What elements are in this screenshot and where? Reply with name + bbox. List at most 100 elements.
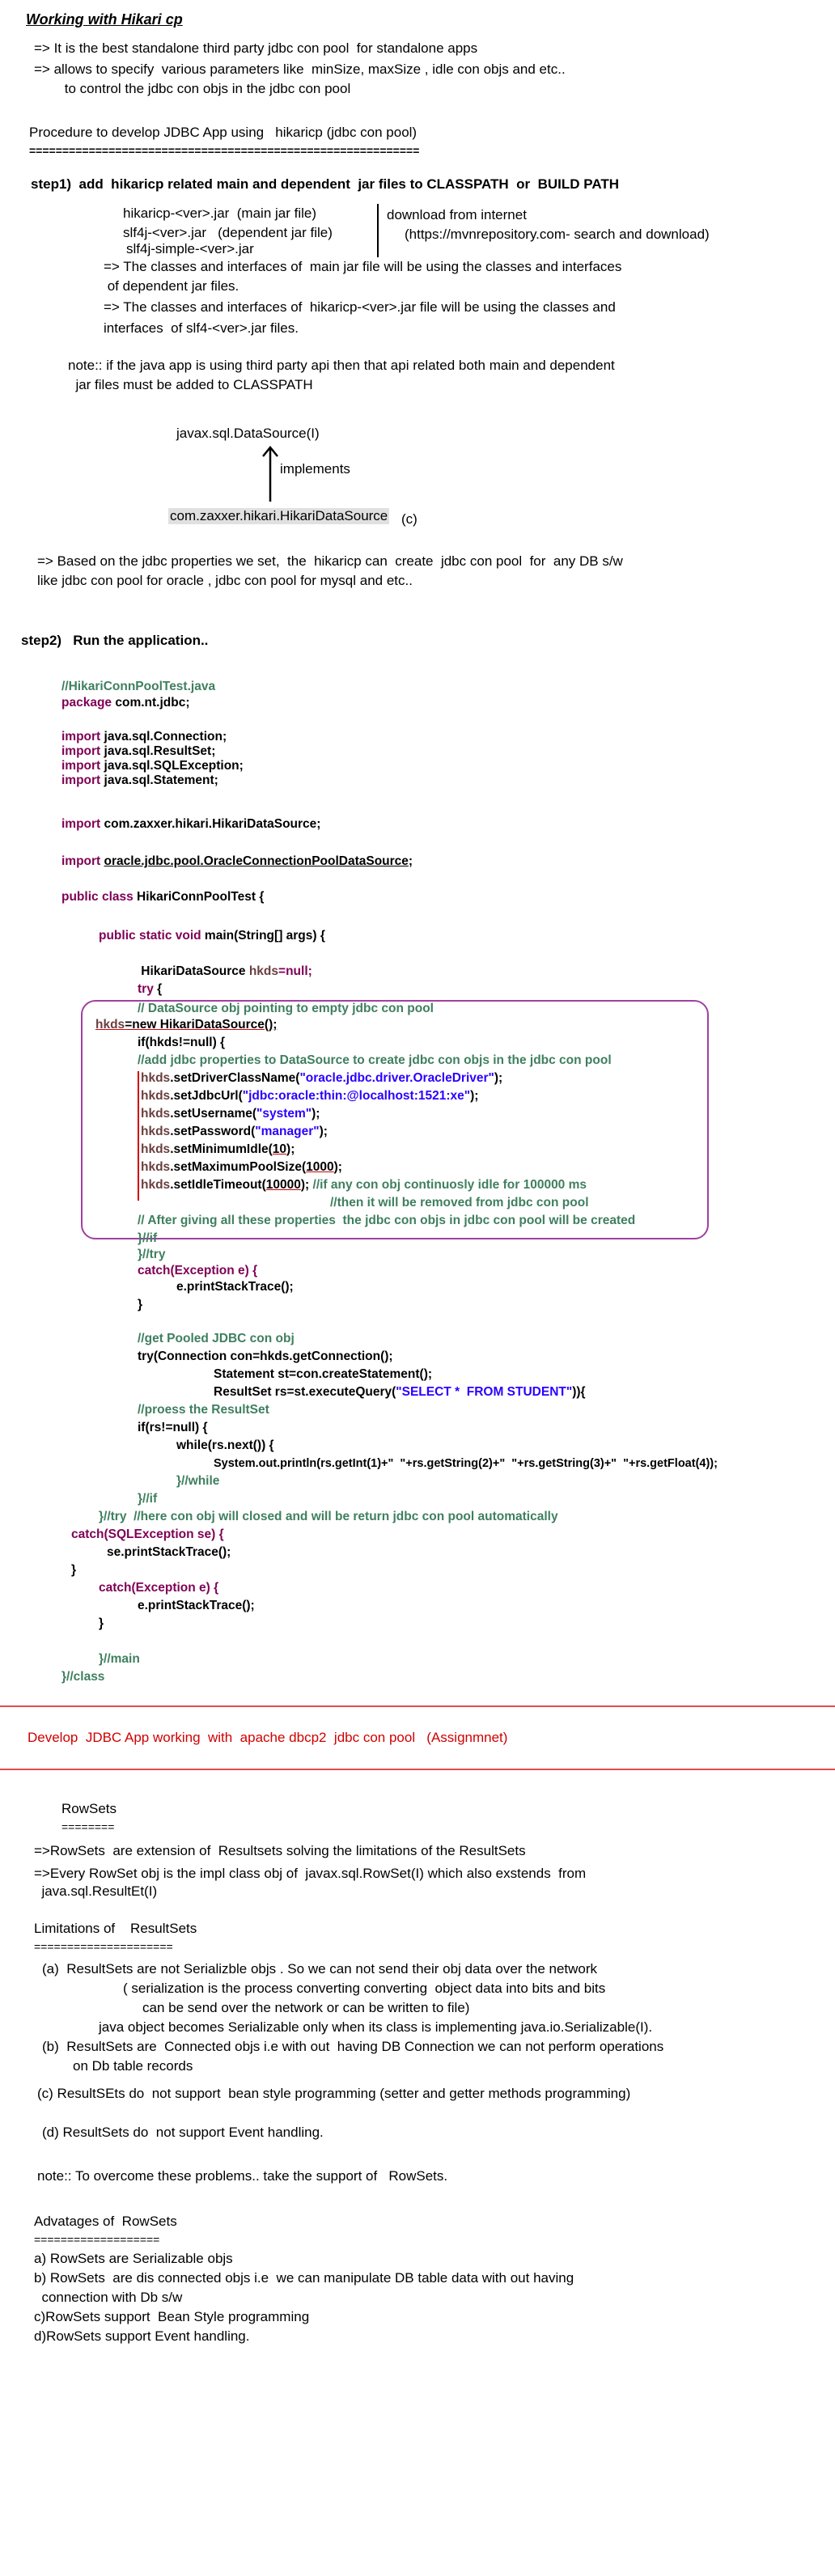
limits-rule: ===================== bbox=[34, 1940, 173, 1953]
adv-b-2: connection with Db s/w bbox=[34, 2290, 183, 2305]
note-line-4: interfaces of slf4-<ver>.jar files. bbox=[104, 320, 299, 336]
adv-heading: Advatages of RowSets bbox=[34, 2214, 177, 2229]
code-print-se: se.printStackTrace(); bbox=[107, 1545, 231, 1559]
code-set-idle: hkds.setIdleTimeout(10000); //if any con… bbox=[141, 1178, 587, 1192]
code-package: package com.nt.jdbc; bbox=[61, 696, 190, 710]
limit-a-note-3: java object becomes Serializable only wh… bbox=[99, 2019, 653, 2035]
note-line-3: => The classes and interfaces of hikaric… bbox=[104, 299, 616, 315]
intro-line-2: => allows to specify various parameters … bbox=[34, 61, 566, 77]
adv-a: a) RowSets are Serializable objs bbox=[34, 2251, 233, 2266]
code-file-comment: //HikariConnPoolTest.java bbox=[61, 680, 216, 693]
rowsets-line-2: =>Every RowSet obj is the impl class obj… bbox=[34, 1866, 587, 1881]
code-import-3: import java.sql.SQLException; bbox=[61, 759, 244, 773]
code-catch-ex: catch(Exception e) { bbox=[99, 1581, 219, 1595]
code-close-3: } bbox=[99, 1616, 104, 1630]
code-end-if-2: }//if bbox=[138, 1492, 158, 1506]
code-end-class: }//class bbox=[61, 1670, 105, 1684]
rowsets-line-1: =>RowSets are extension of Resultsets so… bbox=[34, 1843, 526, 1858]
step1: step1) add hikaricp related main and dep… bbox=[31, 176, 620, 192]
code-set-url: hkds.setJdbcUrl("jdbc:oracle:thin:@local… bbox=[141, 1089, 479, 1103]
adv-b: b) RowSets are dis connected objs i.e we… bbox=[34, 2270, 574, 2286]
code-set-driver: hkds.setDriverClassName("oracle.jdbc.dri… bbox=[141, 1071, 503, 1085]
code-import-hikari: import com.zaxxer.hikari.HikariDataSourc… bbox=[61, 817, 321, 831]
procedure-rule: ========================================… bbox=[29, 144, 420, 157]
diagram-class: com.zaxxer.hikari.HikariDataSource bbox=[168, 508, 390, 524]
code-end-main: }//main bbox=[99, 1652, 140, 1666]
code-import-oracle: import oracle.jdbc.pool.OracleConnection… bbox=[61, 854, 413, 868]
code-println: System.out.println(rs.getInt(1)+" "+rs.g… bbox=[214, 1457, 718, 1470]
code-set-pass: hkds.setPassword("manager"); bbox=[141, 1125, 328, 1138]
note-line-1: => The classes and interfaces of main ja… bbox=[104, 259, 622, 274]
diagram-interface: javax.sql.DataSource(I) bbox=[176, 426, 320, 441]
note2-line-1: note:: if the java app is using third pa… bbox=[68, 358, 615, 373]
code-comment-after: // After giving all these properties the… bbox=[138, 1214, 636, 1227]
code-try-resources: try(Connection con=hkds.getConnection(); bbox=[138, 1349, 393, 1363]
code-ds-decl: HikariDataSource hkds=null; bbox=[138, 964, 312, 978]
code-import-1: import java.sql.Connection; bbox=[61, 730, 227, 744]
summary-line-1: => Based on the jdbc properties we set, … bbox=[37, 553, 623, 569]
code-comment-pooled: //get Pooled JDBC con obj bbox=[138, 1332, 295, 1345]
diagram-relation: implements bbox=[280, 461, 350, 477]
jar-simple: slf4j-simple-<ver>.jar bbox=[126, 241, 254, 256]
diagram-class-suffix: (c) bbox=[401, 511, 418, 527]
limits-note: note:: To overcome these problems.. take… bbox=[37, 2168, 448, 2184]
limit-a-note-1: ( serialization is the process convertin… bbox=[123, 1981, 606, 1996]
divider-top bbox=[0, 1705, 835, 1707]
code-while: while(rs.next()) { bbox=[176, 1438, 274, 1452]
rowsets-line-3: java.sql.ResultEt(I) bbox=[34, 1883, 158, 1899]
assignment-text: Develop JDBC App working with apache dbc… bbox=[28, 1730, 508, 1745]
adv-rule: =================== bbox=[34, 2233, 160, 2246]
summary-line-2: like jdbc con pool for oracle , jdbc con… bbox=[37, 573, 413, 588]
code-if-rs: if(rs!=null) { bbox=[138, 1421, 208, 1434]
intro-line-1: => It is the best standalone third party… bbox=[34, 40, 478, 56]
note-line-2: of dependent jar files. bbox=[104, 278, 239, 294]
code-print-e: e.printStackTrace(); bbox=[138, 1599, 255, 1612]
divider-bottom bbox=[0, 1769, 835, 1770]
jar-main: hikaricp-<ver>.jar (main jar file) bbox=[123, 205, 317, 221]
limit-c: (c) ResultSEts do not support bean style… bbox=[37, 2086, 631, 2101]
code-print-1: e.printStackTrace(); bbox=[176, 1280, 294, 1294]
step2: step2) Run the application.. bbox=[21, 633, 209, 648]
adv-c: c)RowSets support Bean Style programming bbox=[34, 2309, 310, 2324]
code-end-try-2: }//try //here con obj will closed and wi… bbox=[99, 1510, 558, 1523]
download-line-2: (https://mvnrepository.com- search and d… bbox=[405, 227, 710, 242]
limit-a: (a) ResultSets are not Serializble objs … bbox=[42, 1961, 598, 1976]
jar-bracket-line bbox=[377, 204, 379, 257]
code-set-user: hkds.setUsername("system"); bbox=[141, 1107, 320, 1121]
code-comment-idle-2: //then it will be removed from jdbc con … bbox=[330, 1196, 589, 1210]
limits-heading: Limitations of ResultSets bbox=[34, 1921, 197, 1936]
rowsets-rule: ======== bbox=[61, 1820, 115, 1833]
code-if-hkds: if(hkds!=null) { bbox=[138, 1036, 226, 1049]
code-resultset: ResultSet rs=st.executeQuery("SELECT * F… bbox=[214, 1385, 586, 1399]
code-close-1: } bbox=[138, 1298, 143, 1311]
code-close-2: } bbox=[71, 1563, 77, 1577]
limit-b-2: on Db table records bbox=[73, 2058, 193, 2074]
code-comment-ds: // DataSource obj pointing to empty jdbc… bbox=[138, 1002, 434, 1015]
rowsets-heading: RowSets bbox=[61, 1801, 117, 1816]
page-title: Working with Hikari cp bbox=[26, 11, 183, 28]
code-catch-1: catch(Exception e) { bbox=[138, 1264, 258, 1277]
code-main-decl: public static void main(String[] args) { bbox=[99, 929, 325, 943]
intro-line-3: to control the jdbc con objs in the jdbc… bbox=[34, 81, 351, 96]
code-comment-add: //add jdbc properties to DataSource to c… bbox=[138, 1053, 612, 1067]
procedure-heading: Procedure to develop JDBC App using hika… bbox=[29, 125, 418, 140]
code-set-max: hkds.setMaximumPoolSize(1000); bbox=[141, 1160, 342, 1174]
setter-marker-line bbox=[138, 1071, 139, 1201]
code-end-if: }//if bbox=[138, 1231, 158, 1245]
limit-d: (d) ResultSets do not support Event hand… bbox=[42, 2125, 324, 2140]
code-import-4: import java.sql.Statement; bbox=[61, 773, 218, 787]
limit-a-note-2: can be send over the network or can be w… bbox=[142, 2000, 470, 2015]
code-set-min: hkds.setMinimumIdle(10); bbox=[141, 1142, 295, 1156]
code-class-decl: public class HikariConnPoolTest { bbox=[61, 890, 265, 904]
code-comment-process: //proess the ResultSet bbox=[138, 1403, 269, 1417]
code-end-try: }//try bbox=[138, 1248, 166, 1261]
jar-dependent: slf4j-<ver>.jar (dependent jar file) bbox=[123, 225, 333, 240]
code-try: try { bbox=[138, 982, 163, 996]
note2-line-2: jar files must be added to CLASSPATH bbox=[68, 377, 313, 392]
adv-d: d)RowSets support Event handling. bbox=[34, 2328, 250, 2344]
code-end-while: }//while bbox=[176, 1474, 220, 1488]
download-line-1: download from internet bbox=[387, 207, 527, 222]
code-new-datasource: hkds=new HikariDataSource(); bbox=[95, 1018, 278, 1032]
limit-b: (b) ResultSets are Connected objs i.e wi… bbox=[42, 2039, 664, 2054]
code-import-2: import java.sql.ResultSet; bbox=[61, 744, 216, 758]
